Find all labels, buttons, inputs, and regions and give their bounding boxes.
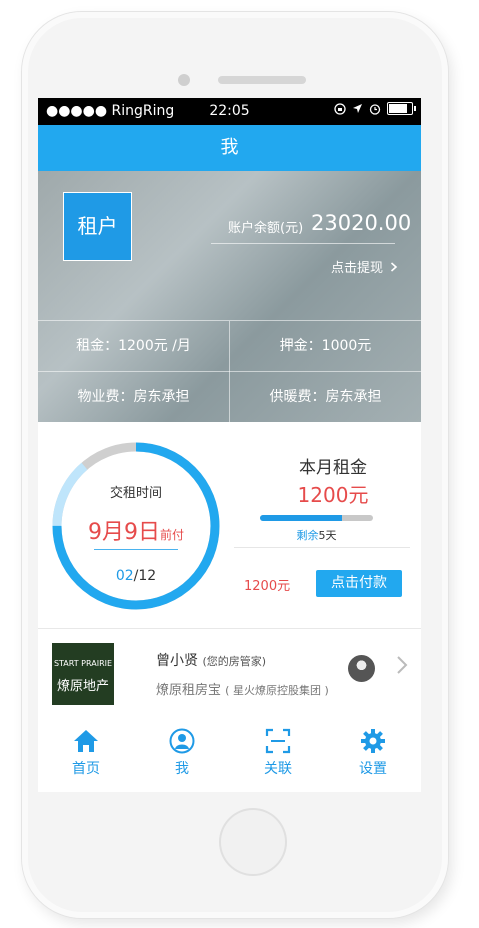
installment-current: 02 [115,568,134,584]
logo-chinese: 燎原地产 [56,679,109,694]
front-camera [178,74,190,86]
withdraw-link[interactable]: 点击提现 [331,257,398,276]
company-name: 燎原租房宝 [156,683,222,698]
deposit-cell: 押金：1000元 [279,338,372,354]
remaining-days: 剩余5天 [260,527,373,543]
scan-icon [265,728,291,754]
lock-rotation-icon [334,102,346,115]
balance-label: 账户余额(元) [228,221,304,236]
alarm-icon [369,103,381,115]
nav-bar: 我 [38,125,421,171]
balance-value: 23020.00 [311,211,412,235]
tab-me-label: 我 [175,761,189,777]
installment-counter: 02/12 [38,568,234,584]
tab-link-label: 关联 [264,761,292,777]
tab-settings[interactable]: 设置 [343,728,403,778]
manager-name-line: 曾小贤 (您的房管家) [156,650,266,670]
chevron-right-icon [391,262,398,272]
user-icon [169,728,195,754]
manager-name: 曾小贤 [156,653,198,669]
manager-role: (您的房管家) [202,655,267,668]
pay-time-label: 交租时间 [109,486,162,501]
tab-home[interactable]: 首页 [56,728,116,778]
remaining-prefix: 剩余 [296,529,319,542]
due-date-value: 9月9日 [87,520,160,545]
fee-grid: 租金：1200元 /月 押金：1000元 物业费：房东承担 供暖费：房东承担 [38,320,421,423]
rent-section: 交租时间 9月9日前付 02/12 本月租金 1200元 剩余5天 1200元 … [38,422,421,628]
pay-amount: 1200元 [244,579,291,594]
rent-divider [234,547,410,548]
status-icons [334,102,416,115]
days-progress-bar [260,515,373,521]
days-progress-fill [260,515,343,521]
location-icon [353,104,362,113]
earpiece-speaker [218,76,306,84]
logo-english: START PRAIRIE [53,659,113,668]
tab-me[interactable]: 我 [152,728,212,778]
withdraw-label: 点击提现 [331,261,384,276]
heating-fee-cell: 供暖费：房东承担 [269,389,382,405]
company-line: 燎原租房宝 ( 星火燎原控股集团 ) [156,679,329,698]
property-fee-cell: 物业费：房东承担 [77,389,190,405]
monthly-rent-title: 本月租金 [299,458,367,478]
company-logo: START PRAIRIE 燎原地产 [52,643,114,705]
status-bar: ●●●●● RingRing 22:05 [38,98,421,125]
monthly-rent-amount: 1200元 [297,483,369,507]
home-button[interactable] [219,808,287,876]
chevron-right-icon[interactable] [396,655,408,675]
tab-home-label: 首页 [72,761,100,777]
balance-divider [211,243,395,244]
pay-due-date: 9月9日前付 [38,514,234,546]
tab-bar: 首页 我 关联 设置 [38,718,421,792]
home-icon [74,730,98,752]
company-group: ( 星火燎原控股集团 ) [225,684,329,697]
due-date-suffix: 前付 [159,528,184,542]
gear-icon [361,729,385,753]
manager-card[interactable]: START PRAIRIE 燎原地产 曾小贤 (您的房管家) 燎原租房宝 ( 星… [38,628,421,720]
role-badge: 租户 [63,192,132,261]
ring-divider [94,549,178,550]
pay-button[interactable]: 点击付款 [316,570,402,597]
tab-link[interactable]: 关联 [248,728,308,778]
app-screen: ●●●●● RingRing 22:05 我 租户 账户余额(元) 23020.… [38,98,421,792]
page-title: 我 [220,137,239,158]
account-header: 租户 账户余额(元) 23020.00 点击提现 租金：1200元 /月 押金：… [38,171,421,423]
remaining-value: 5天 [318,529,337,542]
installment-total: /12 [133,568,157,584]
avatar[interactable] [348,655,375,682]
rent-cell: 租金：1200元 /月 [76,338,191,354]
tab-settings-label: 设置 [359,761,387,777]
battery-icon [387,102,416,115]
